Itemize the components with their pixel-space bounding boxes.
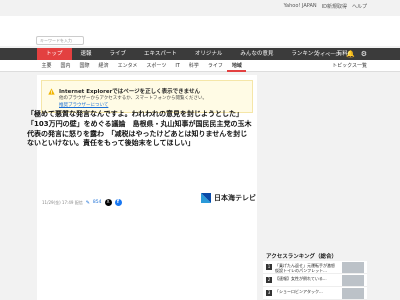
secondary-nav-item[interactable]: 国際 [75,60,94,72]
primary-nav-item[interactable]: エキスパート [135,48,186,60]
facebook-share-icon[interactable]: f [114,199,122,206]
ranking-item[interactable]: 2 【速報】女性が倒れている... [263,274,367,287]
rank-thumbnail [342,262,364,273]
secondary-nav-item[interactable]: IT [171,60,185,72]
rank-title: 「乗げたん返せ」元運転手が激怒 仮設トイレのパンフレット... [275,263,335,273]
gear-icon[interactable]: ⚙ [361,50,367,58]
rank-number: 2 [266,277,272,283]
top-link-help[interactable]: ヘルプ [352,3,367,10]
secondary-nav-item[interactable]: 科学 [184,60,203,72]
top-links: Yahoo! JAPAN ID新規取得 ヘルプ [284,3,367,10]
article-date: 11/29(金) 17:49 配信 [42,199,83,205]
top-link-yahoo[interactable]: Yahoo! JAPAN [284,3,317,10]
search-input[interactable]: キーワードを入力 [36,36,84,45]
secondary-nav-item[interactable]: 国内 [56,60,75,72]
primary-nav: トップ 速報 ライブ エキスパート オリジナル みんなの意見 ランキング 有料 マイページ 🔔… [0,48,400,60]
bell-icon[interactable]: 🔔 [346,50,355,58]
primary-nav-item[interactable]: みんなの意見 [231,48,282,60]
secondary-nav-item[interactable]: 地域 [227,60,247,72]
primary-nav-right: マイページ 🔔 ⚙ [315,48,367,60]
notice-title: Internet Explorerではページを正しく表示できません [59,89,201,95]
rank-thumbnail [342,275,364,286]
secondary-nav-item[interactable]: スポーツ [142,60,171,72]
topics-list-link[interactable]: トピックス一覧 [332,60,367,72]
warning-icon [48,88,55,95]
ranking-title: アクセスランキング（総合） [266,254,338,260]
primary-nav-item[interactable]: ライブ [101,48,136,60]
secondary-nav-item[interactable]: ライフ [203,60,227,72]
comment-count[interactable]: 854 [93,200,102,205]
ranking-item[interactable]: 1 「乗げたん返せ」元運転手が激怒 仮設トイレのパンフレット... [263,261,367,274]
sidebar-ad-area [263,75,367,245]
top-link-register[interactable]: ID新規取得 [322,3,347,10]
article-meta: 11/29(金) 17:49 配信 ✎ 854 X f [42,198,122,207]
secondary-nav-item[interactable]: 経済 [94,60,113,72]
x-share-icon[interactable]: X [104,199,112,206]
rank-number: 3 [266,290,272,296]
primary-nav-item[interactable]: オリジナル [186,48,232,60]
secondary-nav-items: 主要 国内 国際 経済 エンタメ スポーツ IT 科学 ライフ 地域 [37,60,247,72]
source-name: 日本海テレビ [214,194,256,202]
rank-title: 「ショーロビンアタック... [275,289,323,294]
comment-icon[interactable]: ✎ [86,200,90,206]
primary-nav-item[interactable]: トップ [37,48,72,60]
ranking-list: 1 「乗げたん返せ」元運転手が激怒 仮設トイレのパンフレット... 2 【速報】女性が… [263,261,367,300]
secondary-nav-item[interactable]: エンタメ [113,60,142,72]
primary-nav-items: トップ 速報 ライブ エキスパート オリジナル みんなの意見 ランキング 有料 [37,48,357,60]
ntv-logo-icon [201,193,211,203]
notice-text: 他のブラウザーからアクセスするか、スマートフォンから閲覧ください。 [59,96,208,101]
source-logo[interactable]: 日本海テレビ [200,192,256,204]
primary-nav-item[interactable]: 速報 [72,48,101,60]
article-headline: 「極めて悪質な発言なんですよ。われわれの意見を封じようとした」「103万円の壁」… [27,110,252,148]
recommended-browser-link[interactable]: 推奨ブラウザーについて [59,103,108,108]
ranking-item[interactable]: 3 「ショーロビンアタック... [263,287,367,300]
rank-thumbnail [342,288,364,299]
article-card: Internet Explorerではページを正しく表示できません 他のブラウザ… [37,75,257,300]
notice-body: 他のブラウザーからアクセスするか、スマートフォンから閲覧ください。 推奨ブラウザ… [59,96,244,109]
mypage-link[interactable]: マイページ [315,51,340,58]
rank-number: 1 [266,264,272,270]
ie-notice: Internet Explorerではページを正しく表示できません 他のブラウザ… [41,80,253,113]
secondary-nav: 主要 国内 国際 経済 エンタメ スポーツ IT 科学 ライフ 地域 トピックス一覧 [0,60,400,72]
rank-title: 【速報】女性が倒れている... [275,276,327,281]
secondary-nav-item[interactable]: 主要 [37,60,56,72]
